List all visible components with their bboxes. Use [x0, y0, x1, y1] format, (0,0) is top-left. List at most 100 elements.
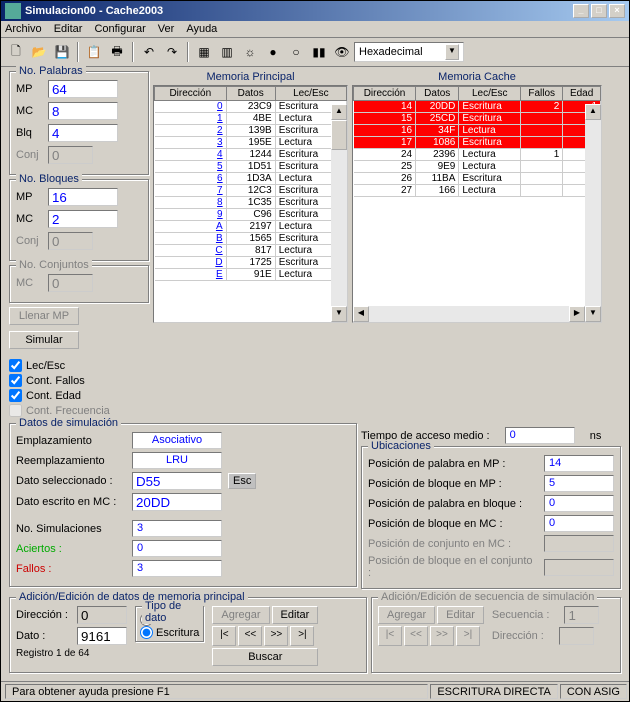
- mp-grid[interactable]: DirecciónDatosLec/Esc023C9Escritura14BEL…: [153, 85, 348, 323]
- nav-last-button[interactable]: >|: [290, 626, 314, 646]
- table-row[interactable]: 2139BEscritura: [155, 125, 347, 137]
- menu-archivo[interactable]: Archivo: [5, 23, 42, 35]
- chk-fallos[interactable]: [9, 374, 22, 387]
- radio-escritura[interactable]: [140, 626, 153, 639]
- circle-icon[interactable]: ●: [262, 41, 284, 63]
- nav-next-button[interactable]: >>: [264, 626, 288, 646]
- table-row[interactable]: 171086Escritura: [354, 137, 601, 149]
- table-row[interactable]: 1634FLectura: [354, 125, 601, 137]
- table-row[interactable]: 9C96Escritura: [155, 209, 347, 221]
- agregar-seq-button: Agregar: [378, 606, 435, 624]
- table-row[interactable]: 51D51Escritura: [155, 161, 347, 173]
- seq-prev-button: <<: [404, 626, 428, 646]
- llenar-mp-button[interactable]: Llenar MP: [9, 307, 79, 325]
- table-row[interactable]: D1725Escritura: [155, 257, 347, 269]
- table-row[interactable]: 27166Lectura: [354, 185, 601, 197]
- eye-icon[interactable]: 👁: [331, 41, 353, 63]
- mp-col-header[interactable]: Datos: [226, 87, 275, 101]
- table-row[interactable]: 242396Lectura10: [354, 149, 601, 161]
- conjuntos-group: No. Conjuntos MC: [9, 265, 149, 303]
- menu-editar[interactable]: Editar: [54, 23, 83, 35]
- agregar-mp-button[interactable]: Agregar: [212, 606, 269, 624]
- editar-mp-button[interactable]: Editar: [272, 606, 319, 624]
- status-mode: ESCRITURA DIRECTA: [430, 684, 557, 699]
- copy-icon[interactable]: 📋: [83, 41, 105, 63]
- table-row[interactable]: 1525CDEscritura: [354, 113, 601, 125]
- format-combo[interactable]: Hexadecimal ▼: [354, 42, 464, 62]
- bloques-mc-input[interactable]: [48, 210, 118, 228]
- scroll-up-icon[interactable]: ▲: [585, 104, 601, 120]
- table-row[interactable]: 1420DDEscritura21: [354, 101, 601, 113]
- mp-scrollbar[interactable]: ▲ ▼: [331, 104, 347, 322]
- nav-prev-button[interactable]: <<: [238, 626, 262, 646]
- mc-col-header[interactable]: Lec/Esc: [459, 87, 521, 101]
- palabras-mp-input[interactable]: [48, 80, 118, 98]
- redo-icon[interactable]: ↷: [161, 41, 183, 63]
- table-row[interactable]: 61D3ALectura: [155, 173, 347, 185]
- chk-lecesc[interactable]: [9, 359, 22, 372]
- close-button[interactable]: ×: [609, 4, 625, 18]
- table-row[interactable]: 81C35Escritura: [155, 197, 347, 209]
- datoesc-input[interactable]: [132, 493, 222, 511]
- scroll-left-icon[interactable]: ◀: [353, 306, 369, 322]
- mc-grid[interactable]: DirecciónDatosLec/EscFallosEdad1420DDEsc…: [352, 85, 602, 323]
- chk-frec: [9, 404, 22, 417]
- gear-icon[interactable]: ☼: [239, 41, 261, 63]
- nav-first-button[interactable]: |<: [212, 626, 236, 646]
- buscar-button[interactable]: Buscar: [212, 648, 318, 666]
- scroll-down-icon[interactable]: ▼: [331, 306, 347, 322]
- status-help: Para obtener ayuda presione F1: [5, 684, 428, 699]
- registro-label: Registro 1 de 64: [16, 648, 127, 659]
- window-title: Simulacion00 - Cache2003: [25, 5, 573, 17]
- bloques-mp-input[interactable]: [48, 188, 118, 206]
- esc-button[interactable]: Esc: [228, 473, 256, 489]
- mp-col-header[interactable]: Dirección: [155, 87, 227, 101]
- chart-icon[interactable]: ▮▮: [308, 41, 330, 63]
- new-icon[interactable]: 🗋: [5, 41, 27, 63]
- table-row[interactable]: 14BELectura: [155, 113, 347, 125]
- table-row[interactable]: 41244Escritura: [155, 149, 347, 161]
- mc-col-header[interactable]: Edad: [563, 87, 601, 101]
- mc-scrollbar-v[interactable]: ▲ ▼: [585, 104, 601, 322]
- mc-header: Memoria Cache: [352, 71, 602, 83]
- table-row[interactable]: B1565Escritura: [155, 233, 347, 245]
- statusbar: Para obtener ayuda presione F1 ESCRITURA…: [1, 681, 629, 701]
- scroll-down-icon[interactable]: ▼: [585, 306, 601, 322]
- mc-col-header[interactable]: Dirección: [354, 87, 416, 101]
- mc-scrollbar-h[interactable]: ◀ ▶: [353, 306, 585, 322]
- print-icon[interactable]: 🖶: [106, 41, 128, 63]
- table-row[interactable]: C817Lectura: [155, 245, 347, 257]
- mc-col-header[interactable]: Fallos: [521, 87, 563, 101]
- table-row[interactable]: 2611BAEscritura: [354, 173, 601, 185]
- save-icon[interactable]: 💾: [51, 41, 73, 63]
- scroll-up-icon[interactable]: ▲: [331, 104, 347, 120]
- barcode-icon[interactable]: ▥: [216, 41, 238, 63]
- chevron-down-icon[interactable]: ▼: [445, 44, 459, 60]
- open-icon[interactable]: 📂: [28, 41, 50, 63]
- edit-dato-input[interactable]: [77, 627, 127, 645]
- palabras-blq-input[interactable]: [48, 124, 118, 142]
- table-row[interactable]: E91ELectura: [155, 269, 347, 281]
- table-row[interactable]: 712C3Escritura: [155, 185, 347, 197]
- palabras-conj-input: [48, 146, 93, 164]
- menu-configurar[interactable]: Configurar: [94, 23, 145, 35]
- mc-col-header[interactable]: Datos: [416, 87, 459, 101]
- menu-ayuda[interactable]: Ayuda: [186, 23, 217, 35]
- table-row[interactable]: 023C9Escritura: [155, 101, 347, 113]
- menu-ver[interactable]: Ver: [158, 23, 175, 35]
- datosel-input[interactable]: [132, 472, 222, 490]
- simular-button[interactable]: Simular: [9, 331, 79, 349]
- table-row[interactable]: 3195ELectura: [155, 137, 347, 149]
- table-row[interactable]: A2197Lectura: [155, 221, 347, 233]
- table-row[interactable]: 259E9Lectura: [354, 161, 601, 173]
- run-icon[interactable]: ▦: [193, 41, 215, 63]
- undo-icon[interactable]: ↶: [138, 41, 160, 63]
- dot-icon[interactable]: ○: [285, 41, 307, 63]
- mp-col-header[interactable]: Lec/Esc: [275, 87, 346, 101]
- scroll-right-icon[interactable]: ▶: [569, 306, 585, 322]
- minimize-button[interactable]: _: [573, 4, 589, 18]
- palabras-mc-input[interactable]: [48, 102, 118, 120]
- bloques-group: No. Bloques MP MC Conj: [9, 179, 149, 261]
- maximize-button[interactable]: □: [591, 4, 607, 18]
- chk-edad[interactable]: [9, 389, 22, 402]
